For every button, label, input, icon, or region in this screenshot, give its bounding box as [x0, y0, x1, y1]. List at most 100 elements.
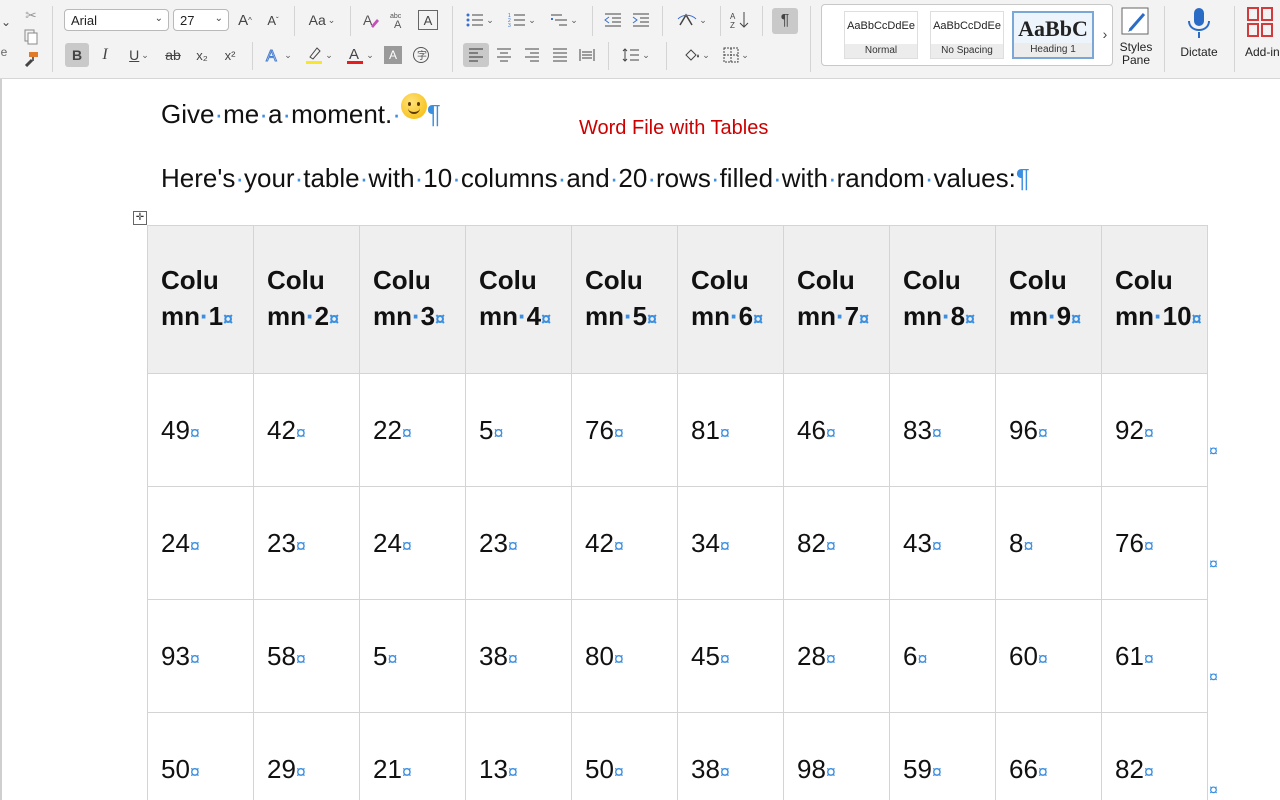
column-header-8[interactable]: Colu mn·8¤ [889, 225, 996, 374]
highlight-color-button[interactable]: ⌄ [300, 43, 338, 67]
table-cell[interactable]: 24¤ [359, 486, 466, 600]
table-cell[interactable]: 23¤ [253, 486, 360, 600]
underline-button[interactable]: U ⌄ [121, 43, 157, 67]
align-center-button[interactable] [492, 43, 516, 67]
align-right-button[interactable] [520, 43, 544, 67]
format-painter-icon[interactable] [22, 50, 40, 68]
table-cell[interactable]: 21¤ [359, 712, 466, 800]
table-cell[interactable]: 96¤ [995, 373, 1102, 487]
table-cell[interactable]: 42¤ [571, 486, 678, 600]
align-left-button[interactable] [463, 43, 489, 67]
table-move-handle-icon[interactable]: ✛ [133, 211, 147, 225]
clear-formatting-icon[interactable]: A [360, 9, 382, 31]
change-case-button[interactable]: Aa ⌄ [304, 9, 340, 31]
style-no-spacing[interactable]: AaBbCcDdEe No Spacing [930, 11, 1004, 59]
cut-icon[interactable]: ✂ [22, 6, 40, 24]
table-cell[interactable]: 6¤ [889, 599, 996, 713]
style-heading-1[interactable]: AaBbC Heading 1 [1012, 11, 1094, 59]
addins-button[interactable]: Add-ins [1240, 6, 1280, 59]
table-cell[interactable]: 80¤ [571, 599, 678, 713]
table-cell[interactable]: 24¤ [147, 486, 254, 600]
table-cell[interactable]: 59¤ [889, 712, 996, 800]
copy-icon[interactable] [22, 28, 40, 46]
font-size-dropdown[interactable]: 27 ⌄ [173, 9, 229, 31]
document-page[interactable]: Give·me·a·moment.· ¶ Word File with Table… [0, 79, 1280, 800]
table-cell[interactable]: 29¤ [253, 712, 360, 800]
paragraph-line-2[interactable]: Here's·your·table·with·10·columns·and·20… [161, 163, 1030, 194]
enclose-characters-icon[interactable]: 字 [410, 44, 432, 66]
table-cell[interactable]: 13¤ [465, 712, 572, 800]
borders-button[interactable]: ⌄ [716, 43, 756, 67]
table-cell[interactable]: 66¤ [995, 712, 1102, 800]
column-header-3[interactable]: Colu mn·3¤ [359, 225, 466, 374]
strikethrough-button[interactable]: ab [160, 43, 186, 67]
table-cell[interactable]: 42¤ [253, 373, 360, 487]
distributed-icon[interactable] [575, 43, 599, 67]
multilevel-list-button[interactable]: ⌄ [546, 9, 582, 31]
bold-button[interactable]: B [65, 43, 89, 67]
table-cell[interactable]: 45¤ [677, 599, 784, 713]
table-cell[interactable]: 5¤ [465, 373, 572, 487]
sort-icon[interactable]: AZ [728, 9, 752, 31]
subscript-button[interactable]: x₂ [190, 43, 214, 67]
justify-button[interactable] [548, 43, 572, 67]
show-formatting-marks-button[interactable]: ¶ [772, 8, 798, 34]
column-header-4[interactable]: Colu mn·4¤ [465, 225, 572, 374]
table-cell[interactable]: 58¤ [253, 599, 360, 713]
font-name-dropdown[interactable]: Arial ⌄ [64, 9, 169, 31]
character-shading-icon[interactable]: A [384, 46, 402, 64]
table-cell[interactable]: 22¤ [359, 373, 466, 487]
column-header-7[interactable]: Colu mn·7¤ [783, 225, 890, 374]
column-header-10[interactable]: Colu mn·10¤ [1101, 225, 1208, 374]
table-cell[interactable]: 76¤ [1101, 486, 1208, 600]
dictate-button[interactable]: Dictate [1175, 6, 1223, 59]
numbering-button[interactable]: 1 2 3 ⌄ [504, 9, 540, 31]
line-spacing-button[interactable]: ⌄ [616, 43, 656, 67]
table-cell[interactable]: 60¤ [995, 599, 1102, 713]
table-cell[interactable]: 50¤ [571, 712, 678, 800]
table-cell[interactable]: 76¤ [571, 373, 678, 487]
text-effects-button[interactable]: A ⌄ [260, 43, 296, 67]
table-cell[interactable]: 34¤ [677, 486, 784, 600]
table-cell[interactable]: 50¤ [147, 712, 254, 800]
styles-pane-button[interactable]: Styles Pane [1116, 6, 1156, 67]
table-cell[interactable]: 49¤ [147, 373, 254, 487]
style-normal[interactable]: AaBbCcDdEe Normal [844, 11, 918, 59]
shading-button[interactable]: ⌄ [676, 43, 716, 67]
decrease-indent-icon[interactable] [602, 9, 624, 31]
table-cell[interactable]: 98¤ [783, 712, 890, 800]
styles-gallery-more-icon[interactable]: › [1098, 24, 1112, 44]
table-cell[interactable]: 81¤ [677, 373, 784, 487]
table-cell[interactable]: 5¤ [359, 599, 466, 713]
grow-font-icon[interactable]: A ^ [234, 9, 256, 31]
table-cell[interactable]: 82¤ [783, 486, 890, 600]
paste-dropdown-chevron-icon[interactable]: ⌄ [0, 12, 12, 32]
column-header-5[interactable]: Colu mn·5¤ [571, 225, 678, 374]
column-header-6[interactable]: Colu mn·6¤ [677, 225, 784, 374]
italic-button[interactable]: I [94, 43, 116, 67]
superscript-button[interactable]: x² [218, 43, 242, 67]
column-header-1[interactable]: Colu mn·1¤ [147, 225, 254, 374]
asian-layout-button[interactable]: ⌄ [672, 9, 712, 31]
table-cell[interactable]: 28¤ [783, 599, 890, 713]
table-cell[interactable]: 92¤ [1101, 373, 1208, 487]
bullets-button[interactable]: ⌄ [462, 9, 498, 31]
font-color-button[interactable]: A ⌄ [342, 43, 378, 67]
column-header-9[interactable]: Colu mn·9¤ [995, 225, 1102, 374]
paragraph-line-1[interactable]: Give·me·a·moment.· ¶ [161, 93, 441, 130]
table-cell[interactable]: 43¤ [889, 486, 996, 600]
column-header-2[interactable]: Colu mn·2¤ [253, 225, 360, 374]
table-cell[interactable]: 93¤ [147, 599, 254, 713]
table-cell[interactable]: 23¤ [465, 486, 572, 600]
table-cell[interactable]: 83¤ [889, 373, 996, 487]
character-border-icon[interactable]: A [418, 10, 438, 30]
increase-indent-icon[interactable] [630, 9, 652, 31]
table-cell[interactable]: 61¤ [1101, 599, 1208, 713]
table-cell[interactable]: 38¤ [465, 599, 572, 713]
table-cell[interactable]: 8¤ [995, 486, 1102, 600]
table-cell[interactable]: 82¤ [1101, 712, 1208, 800]
shrink-font-icon[interactable]: Aˇ [262, 9, 284, 31]
phonetic-guide-icon[interactable]: abc A [388, 9, 410, 31]
table-cell[interactable]: 38¤ [677, 712, 784, 800]
table-cell[interactable]: 46¤ [783, 373, 890, 487]
